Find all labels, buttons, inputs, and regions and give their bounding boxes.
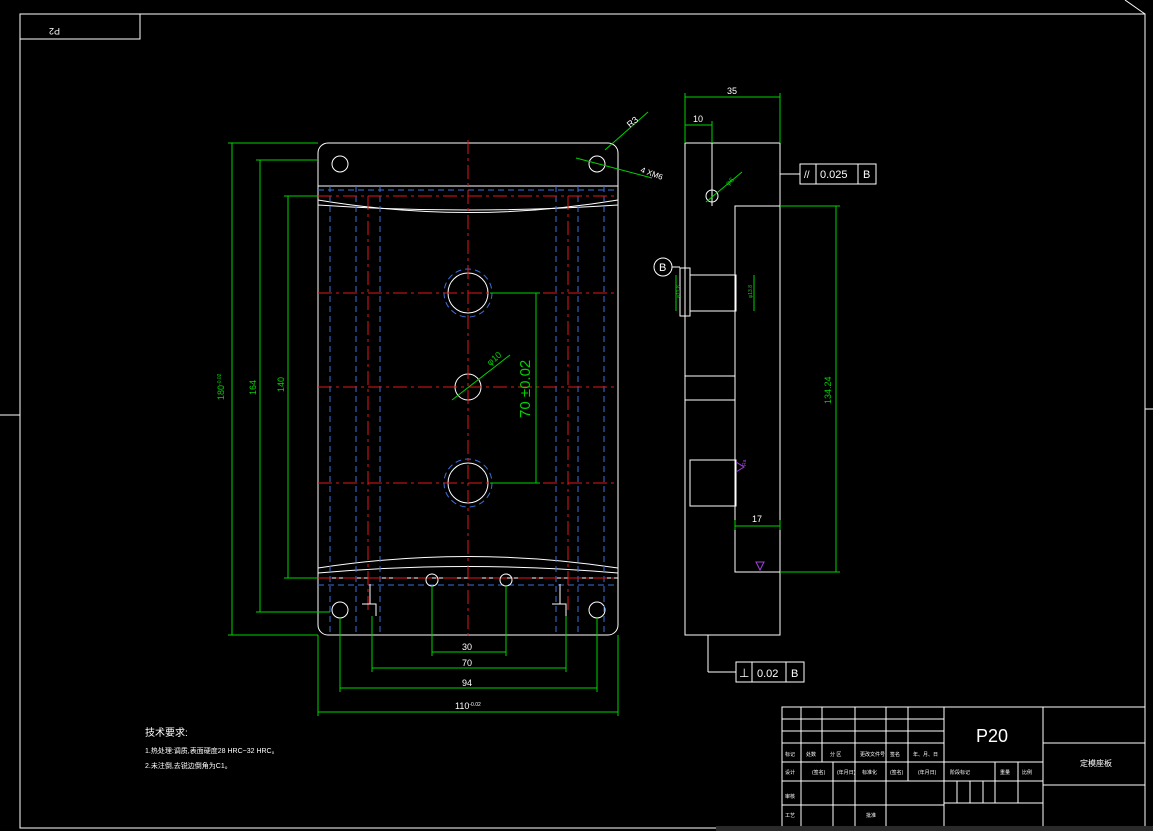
dim-height-140: 140 [276,377,286,392]
dim-overall-height: 180-0.02 [216,373,226,400]
svg-text:处数: 处数 [806,751,816,758]
perpendicularity-frame: ⊥ 0.02 B [707,635,805,683]
dim-pocket-length: 134.24 [823,376,833,404]
svg-text:签名: 签名 [890,751,900,758]
svg-text:阶段标记: 阶段标记 [950,769,970,776]
status-strip [716,826,1153,831]
corner-hole-br [588,601,606,619]
dim-bolt-spacing: 94 [462,678,472,688]
title-block: P20 定模座板 标记 处数 分 区 更改文件号 签名 年、月、日 设计 (签名… [781,706,1146,829]
section-outline [684,142,781,636]
svg-text:0.025: 0.025 [820,169,848,181]
corner-mark [1124,0,1146,15]
dim-side-hole-right: φ13.8 [748,285,754,298]
roughness-mark: Ra [742,459,748,466]
svg-text:标记: 标记 [785,751,795,758]
drawing-border [19,13,1146,829]
tech-requirements: 技术要求: 1.热处理:调质,表面硬度28 HRC~32 HRC。 2.未注倒,… [145,726,279,770]
dim-thickness: 35 [727,86,737,96]
code-box [19,13,141,40]
dim-inner-spacing: 70 [462,658,472,668]
svg-text:更改文件号: 更改文件号 [860,751,885,758]
svg-text:设计: 设计 [785,769,795,776]
tech-item-2: 2.未注倒,去锐边倒角为C1。 [145,761,232,770]
dim-corner-radius: R3 [625,114,640,129]
drawing-code: P2 [49,26,60,36]
svg-text:工艺: 工艺 [785,813,795,819]
dim-screw-thread: 4 XM6 [639,165,664,182]
svg-text:标准化: 标准化 [862,769,877,776]
corner-hole-tl [331,155,349,173]
svg-text:B: B [863,169,870,181]
svg-text:(签名): (签名) [890,769,904,776]
svg-text:审核: 审核 [785,793,795,800]
part-code: P20 [976,726,1008,746]
svg-text:⊥: ⊥ [739,666,749,680]
svg-text:年、月、日: 年、月、日 [913,751,938,758]
dim-hole-dia: φ10 [485,350,504,368]
svg-text:0.02: 0.02 [757,668,778,680]
part-name: 定模座板 [1080,758,1112,768]
front-view: 180-0.02 164 140 70 ±0.02 φ10 R3 4 XM6 3… [216,111,665,716]
dim-pocket-depth: 17 [752,514,762,524]
svg-text:(年月日): (年月日) [918,769,937,776]
svg-text:分 区: 分 区 [830,751,841,758]
svg-text:批准: 批准 [866,812,876,819]
dim-overall-width: 110-0.02 [455,701,481,711]
datum-label: B [659,262,666,274]
dim-slot-spacing: 30 [462,642,472,652]
svg-text:(年月日): (年月日) [837,769,856,776]
svg-text:B: B [791,668,798,680]
parallelism-frame: // 0.025 B [780,163,877,185]
svg-text:比例: 比例 [1022,769,1032,776]
cad-drawing: P2 180-0.02 164 140 70 ±0.02 φ10 R3 4 XM… [0,0,1153,831]
dim-height-164: 164 [248,380,258,395]
svg-text:重量: 重量 [1000,769,1010,776]
tech-heading: 技术要求: [145,726,188,739]
dim-counterbore: 10 [693,114,703,124]
dim-hole-pitch: 70 ±0.02 [517,360,534,418]
corner-hole-bl [331,601,349,619]
svg-text:(签名): (签名) [812,769,826,776]
tech-item-1: 1.热处理:调质,表面硬度28 HRC~32 HRC。 [145,746,279,755]
dim-side-hole-left: φ11.8 [676,285,682,298]
svg-text://: // [804,170,810,181]
section-view: 35 10 φ6 134.24 17 φ11.8 φ13.8 Ra B [653,86,840,636]
